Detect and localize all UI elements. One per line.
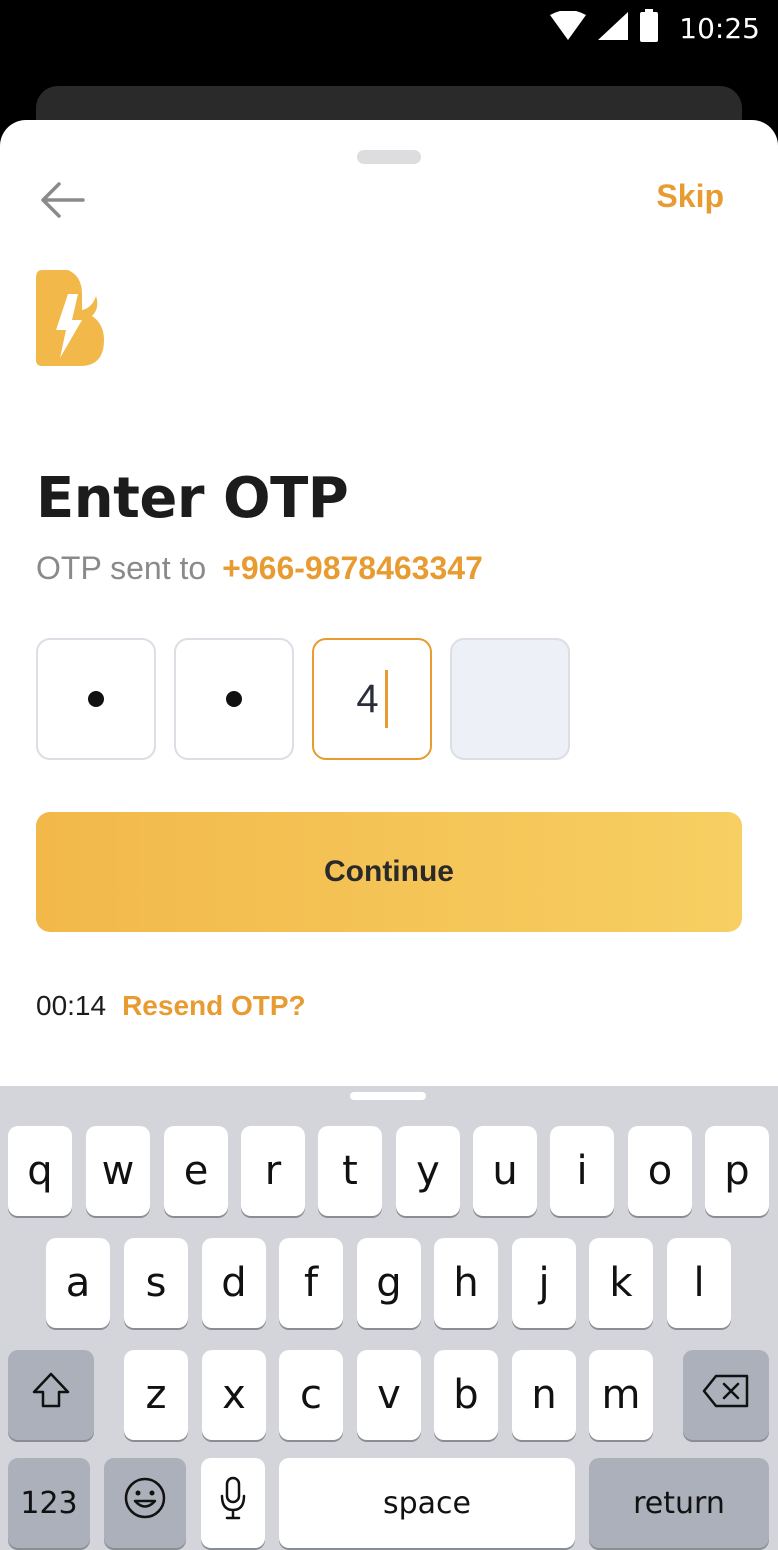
- key-w[interactable]: w: [86, 1126, 150, 1216]
- key-y[interactable]: y: [396, 1126, 460, 1216]
- onscreen-keyboard: q w e r t y u i o p a s d f g h j k l z …: [0, 1086, 778, 1550]
- continue-button[interactable]: Continue: [36, 812, 742, 932]
- key-r[interactable]: r: [241, 1126, 305, 1216]
- shift-key[interactable]: [8, 1350, 94, 1440]
- microphone-icon: [219, 1476, 247, 1530]
- backspace-icon: [702, 1372, 750, 1418]
- backspace-key[interactable]: [683, 1350, 769, 1440]
- battery-icon: [639, 8, 659, 48]
- signal-icon: [597, 11, 629, 46]
- key-m[interactable]: m: [589, 1350, 653, 1440]
- key-l[interactable]: l: [667, 1238, 731, 1328]
- key-e[interactable]: e: [164, 1126, 228, 1216]
- status-bar: 10:25: [0, 0, 778, 56]
- otp-digit-3[interactable]: 4: [312, 638, 432, 760]
- masked-digit-dot: [226, 691, 242, 707]
- status-time: 10:25: [679, 11, 760, 45]
- otp-input-group: 4: [36, 638, 570, 760]
- key-z[interactable]: z: [124, 1350, 188, 1440]
- resend-row: 00:14 Resend OTP?: [36, 990, 306, 1022]
- otp-digit-2[interactable]: [174, 638, 294, 760]
- text-cursor: [384, 670, 388, 728]
- key-f[interactable]: f: [279, 1238, 343, 1328]
- key-d[interactable]: d: [202, 1238, 266, 1328]
- key-k[interactable]: k: [589, 1238, 653, 1328]
- page-title: Enter OTP: [36, 466, 349, 531]
- key-b[interactable]: b: [434, 1350, 498, 1440]
- key-p[interactable]: p: [705, 1126, 769, 1216]
- space-key[interactable]: space: [279, 1458, 575, 1548]
- otp-digit-value: 4: [356, 676, 379, 721]
- back-button[interactable]: [34, 176, 90, 228]
- key-n[interactable]: n: [512, 1350, 576, 1440]
- key-g[interactable]: g: [357, 1238, 421, 1328]
- masked-digit-dot: [88, 691, 104, 707]
- otp-digit-4[interactable]: [450, 638, 570, 760]
- otp-digit-1[interactable]: [36, 638, 156, 760]
- shift-icon: [31, 1371, 71, 1419]
- otp-sent-info: OTP sent to +966-9878463347: [36, 550, 483, 587]
- key-h[interactable]: h: [434, 1238, 498, 1328]
- resend-otp-link[interactable]: Resend OTP?: [122, 990, 306, 1022]
- arrow-left-icon: [39, 180, 85, 225]
- emoji-key[interactable]: [104, 1458, 186, 1548]
- key-x[interactable]: x: [202, 1350, 266, 1440]
- microphone-key[interactable]: [201, 1458, 265, 1548]
- key-i[interactable]: i: [550, 1126, 614, 1216]
- skip-button[interactable]: Skip: [656, 178, 724, 215]
- return-key[interactable]: return: [589, 1458, 769, 1548]
- wifi-icon: [549, 9, 587, 46]
- emoji-icon: [123, 1476, 167, 1530]
- key-v[interactable]: v: [357, 1350, 421, 1440]
- key-j[interactable]: j: [512, 1238, 576, 1328]
- status-icons: 10:25: [549, 8, 760, 48]
- numbers-key[interactable]: 123: [8, 1458, 90, 1548]
- key-s[interactable]: s: [124, 1238, 188, 1328]
- phone-number: +966-9878463347: [222, 550, 483, 586]
- resend-timer: 00:14: [36, 990, 107, 1021]
- drag-handle[interactable]: [357, 150, 421, 164]
- key-u[interactable]: u: [473, 1126, 537, 1216]
- otp-sent-label: OTP sent to: [36, 550, 207, 586]
- key-t[interactable]: t: [318, 1126, 382, 1216]
- app-logo: [34, 268, 110, 372]
- key-c[interactable]: c: [279, 1350, 343, 1440]
- key-a[interactable]: a: [46, 1238, 110, 1328]
- keyboard-handle: [350, 1092, 426, 1100]
- key-q[interactable]: q: [8, 1126, 72, 1216]
- key-o[interactable]: o: [628, 1126, 692, 1216]
